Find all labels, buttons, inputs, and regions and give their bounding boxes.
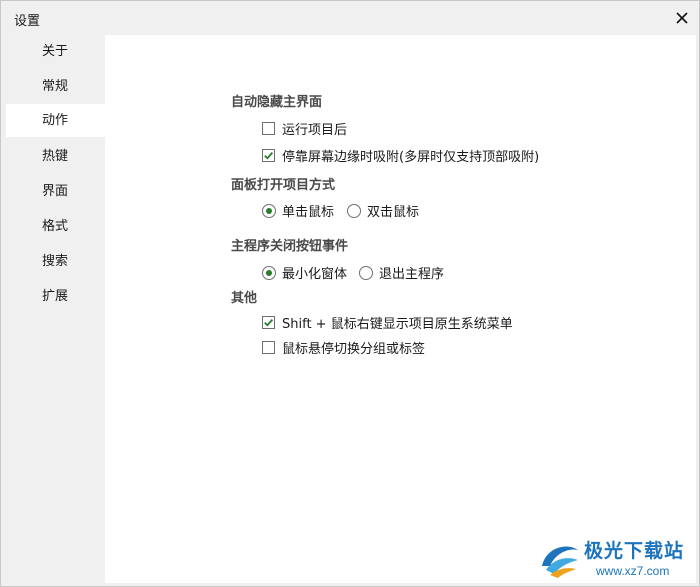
radio-circle[interactable]: [262, 203, 276, 218]
section-title-close-button: 主程序关闭按钮事件: [231, 239, 349, 254]
sidebar-item-label: 界面: [42, 184, 69, 199]
section-title-panel-open: 面板打开项目方式: [231, 178, 336, 193]
checkbox-box[interactable]: [262, 341, 275, 354]
sidebar-item-hotkeys[interactable]: 热键: [6, 140, 105, 173]
radio-circle[interactable]: [262, 265, 276, 280]
radio-label: 双击鼠标: [367, 205, 420, 220]
close-button[interactable]: [671, 7, 693, 29]
sidebar-item-actions[interactable]: 动作: [6, 104, 105, 137]
watermark-url: www.xz7.com: [596, 564, 670, 578]
sidebar-item-about[interactable]: 关于: [6, 35, 105, 68]
sidebar-item-extensions[interactable]: 扩展: [6, 280, 105, 313]
title-bar: 设置: [1, 1, 699, 35]
shift-right-click-checkbox[interactable]: Shift + 鼠标右键显示项目原生系统菜单: [262, 313, 513, 332]
sidebar-item-label: 格式: [42, 219, 69, 234]
checkbox-label: 运行项目后: [282, 123, 348, 138]
watermark: 极光下载站 www.xz7.com: [536, 534, 696, 584]
radio-label: 最小化窗体: [282, 267, 348, 282]
sidebar-item-general[interactable]: 常规: [6, 70, 105, 103]
section-title-auto-hide: 自动隐藏主界面: [231, 95, 323, 110]
radio-label: 退出主程序: [379, 267, 445, 282]
checkmark-icon: [264, 319, 274, 327]
radio-dot: [266, 269, 272, 276]
minimize-radio[interactable]: 最小化窗体: [262, 263, 347, 282]
hover-switch-checkbox[interactable]: 鼠标悬停切换分组或标签: [262, 338, 425, 357]
radio-circle[interactable]: [347, 203, 361, 218]
settings-content-panel: 自动隐藏主界面 运行项目后 停靠屏幕边缘时吸附(多屏时仅支持顶部吸附) 面板打开…: [105, 35, 696, 583]
section-title-other: 其他: [231, 291, 258, 306]
checkbox-box[interactable]: [262, 122, 275, 135]
window-title: 设置: [14, 14, 41, 29]
sidebar-item-label: 搜索: [42, 254, 69, 269]
radio-circle[interactable]: [359, 265, 373, 280]
exit-radio[interactable]: 退出主程序: [359, 263, 444, 282]
checkbox-label: Shift + 鼠标右键显示项目原生系统菜单: [282, 317, 513, 332]
sidebar-item-label: 关于: [42, 44, 69, 59]
run-item-after-checkbox[interactable]: 运行项目后: [262, 119, 347, 138]
radio-dot: [266, 207, 272, 214]
sidebar-item-search[interactable]: 搜索: [6, 245, 105, 278]
dock-edge-checkbox[interactable]: 停靠屏幕边缘时吸附(多屏时仅支持顶部吸附): [262, 146, 539, 165]
sidebar-item-format[interactable]: 格式: [6, 210, 105, 243]
sidebar-item-label: 常规: [42, 79, 69, 94]
double-click-radio[interactable]: 双击鼠标: [347, 201, 419, 220]
sidebar-item-label: 动作: [42, 113, 69, 128]
single-click-radio[interactable]: 单击鼠标: [262, 201, 334, 220]
sidebar-item-label: 热键: [42, 149, 69, 164]
sidebar-item-interface[interactable]: 界面: [6, 175, 105, 208]
checkbox-box[interactable]: [262, 316, 275, 329]
checkbox-label: 鼠标悬停切换分组或标签: [282, 342, 426, 357]
settings-sidebar: 关于 常规 动作 热键 界面 格式 搜索 扩展: [6, 35, 105, 583]
radio-label: 单击鼠标: [282, 205, 335, 220]
checkbox-label: 停靠屏幕边缘时吸附(多屏时仅支持顶部吸附): [282, 150, 540, 165]
checkmark-icon: [264, 152, 274, 160]
aurora-logo-icon: [542, 546, 578, 578]
settings-window: 设置 关于 常规 动作 热键 界面 格式 搜索 扩展 自动隐藏主界面 运行项目后…: [0, 0, 700, 587]
sidebar-item-label: 扩展: [42, 289, 69, 304]
watermark-name: 极光下载站: [584, 540, 685, 562]
close-icon: [676, 12, 688, 24]
checkbox-box[interactable]: [262, 149, 275, 162]
